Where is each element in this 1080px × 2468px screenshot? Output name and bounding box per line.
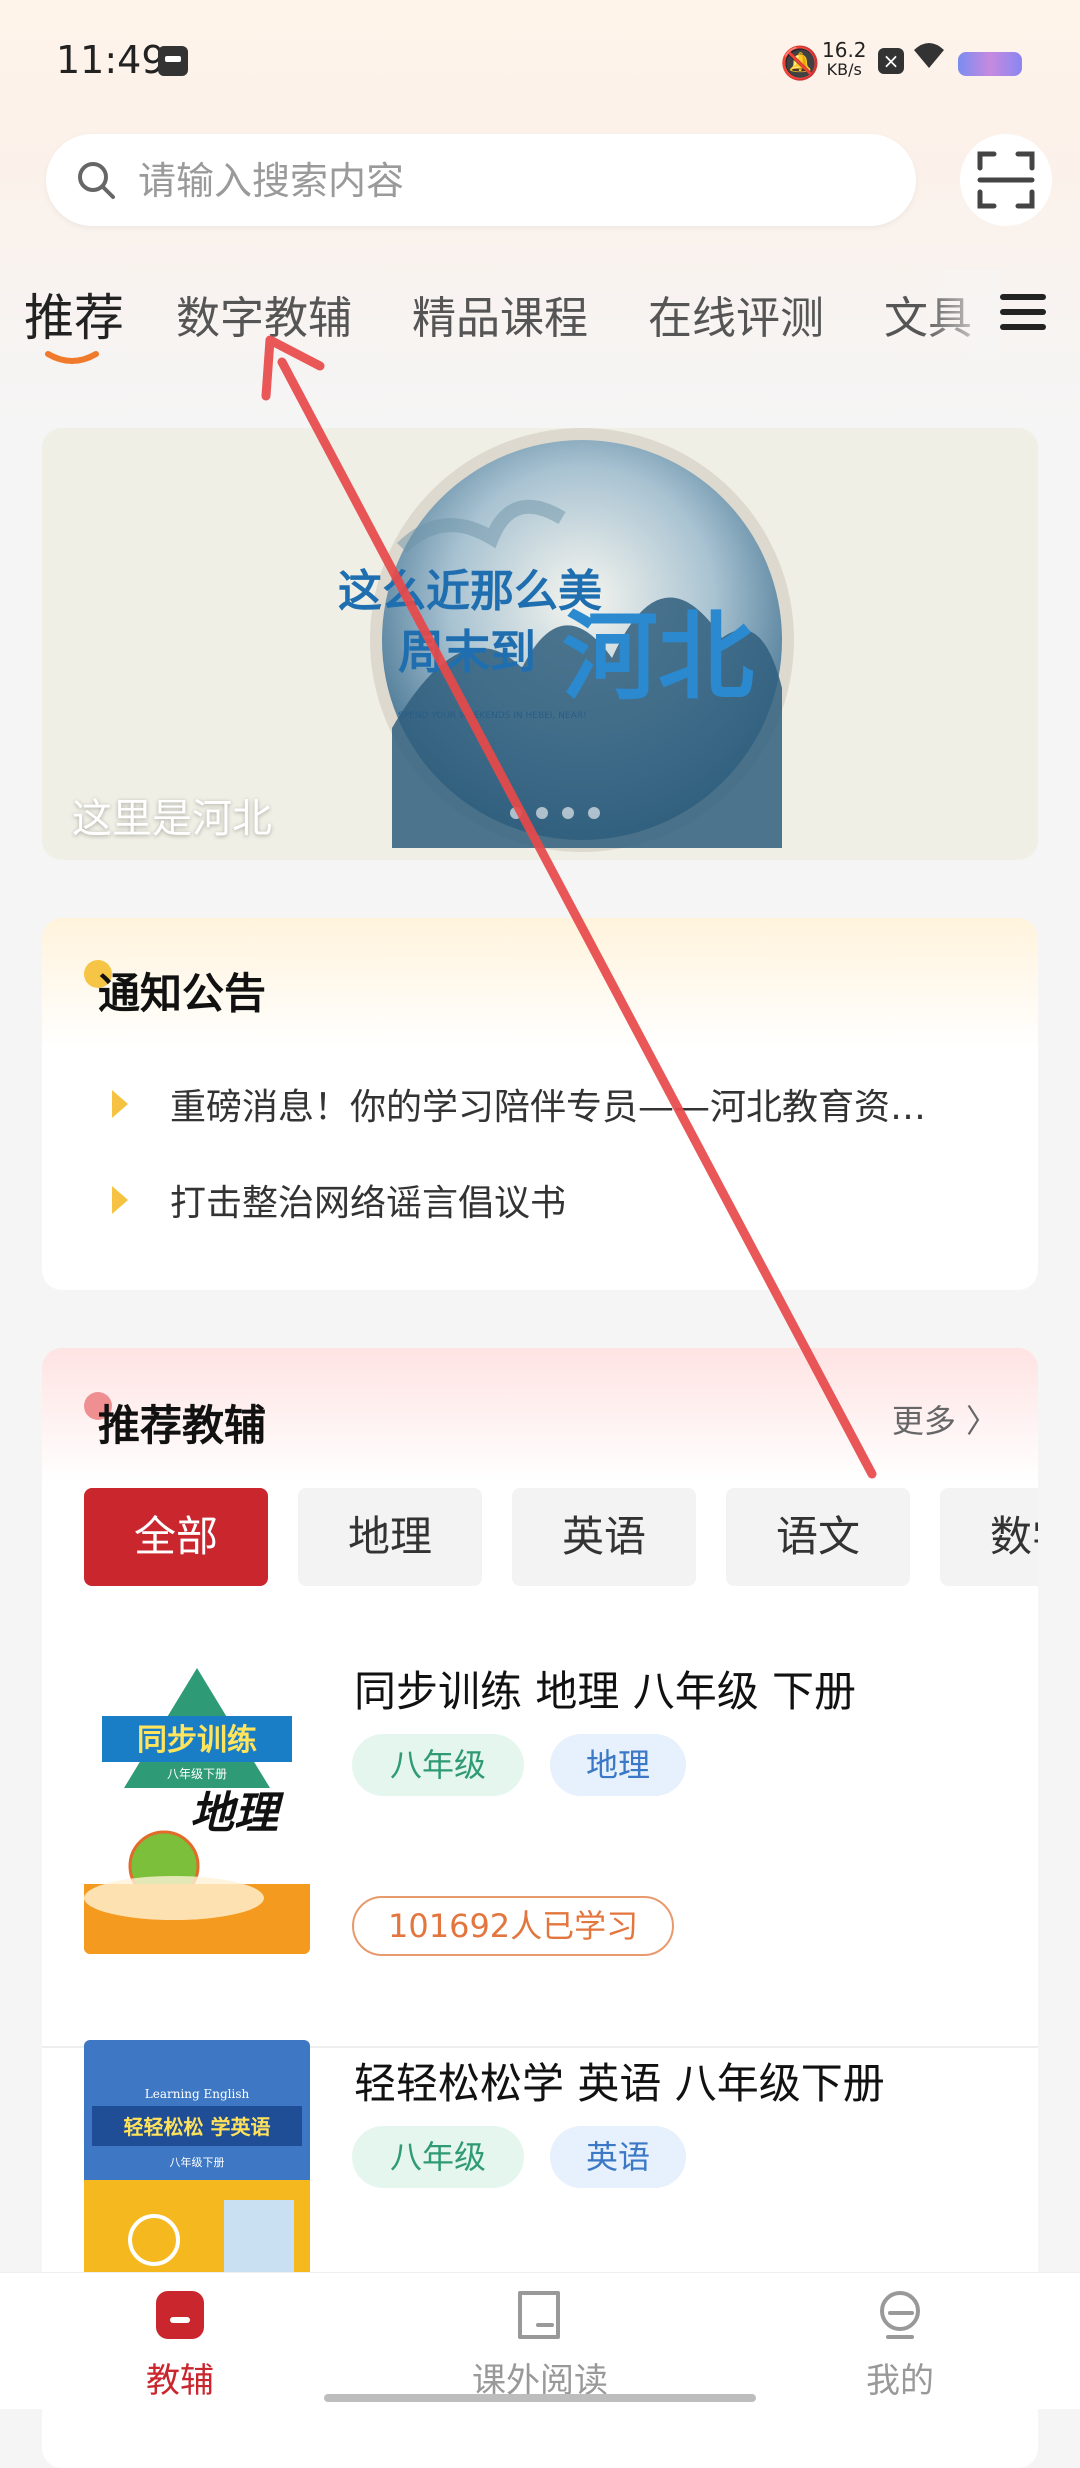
pager-dot [562, 807, 574, 819]
profile-icon [880, 2291, 920, 2339]
more-link[interactable]: 更多 〉 [892, 1396, 998, 1442]
nav-label: 教辅 [146, 2361, 214, 2401]
notice-item[interactable]: 打击整治网络谣言倡议书 [42, 1164, 1038, 1234]
pager-dot [536, 807, 548, 819]
chip-chinese[interactable]: 语文 [726, 1488, 910, 1586]
subject-chips: 全部 地理 英语 语文 数学 [84, 1488, 1038, 1588]
chip-math[interactable]: 数学 [940, 1488, 1038, 1586]
cover-subtitle: Learning English [145, 2087, 250, 2101]
bottom-navigation: 教辅 课外阅读 我的 [0, 2272, 1080, 2409]
subject-tag: 地理 [550, 1734, 686, 1796]
category-tabs: 推荐 数字教辅 精品课程 在线评测 文具 [0, 270, 1080, 364]
search-input[interactable] [136, 134, 900, 228]
banner-image-big: 河北 [562, 600, 754, 713]
network-speed: 16.2 KB/s [822, 40, 867, 80]
scan-icon [977, 151, 1035, 209]
no-sim-icon: × [878, 48, 904, 74]
chip-english[interactable]: 英语 [512, 1488, 696, 1586]
scan-button[interactable] [960, 134, 1052, 226]
status-time: 11:49 [56, 38, 166, 82]
chip-all[interactable]: 全部 [84, 1488, 268, 1586]
cover-subject: 地理 [190, 1788, 285, 1839]
bullet-triangle-icon [112, 1090, 128, 1118]
nav-label: 我的 [866, 2361, 934, 2401]
mute-bell-icon: 🔕 [780, 44, 820, 82]
promo-banner[interactable]: 这么近那么美 周末到 河北 SPEND YOUR WEEKENDS IN HEB… [42, 428, 1038, 860]
net-speed-unit: KB/s [826, 60, 862, 79]
document-icon [518, 2291, 560, 2339]
learners-count-badge: 101692人已学习 [352, 1896, 675, 1956]
tab-active-indicator [45, 351, 99, 364]
sim-icon [158, 46, 188, 76]
book-cover: 同步训练 八年级下册 地理 [84, 1648, 310, 1954]
tab-premium-courses[interactable]: 精品课程 [412, 282, 588, 346]
cover-grade: 八年级下册 [170, 2155, 225, 2169]
nav-profile[interactable]: 我的 [800, 2273, 1000, 2409]
tab-digital-aids[interactable]: 数字教辅 [176, 282, 352, 346]
cover-grade: 八年级下册 [167, 1767, 227, 1781]
notice-item[interactable]: 重磅消息！你的学习陪伴专员——河北教育资… [42, 1068, 1038, 1138]
notice-item-text: 打击整治网络谣言倡议书 [170, 1183, 567, 1224]
book-title: 轻轻松松学 英语 八年级下册 [354, 2059, 885, 2108]
grade-tag: 八年级 [352, 1734, 524, 1796]
tab-online-assessment[interactable]: 在线评测 [648, 282, 824, 346]
nav-tutoring[interactable]: 教辅 [80, 2273, 280, 2409]
subject-tag: 英语 [550, 2126, 686, 2188]
tab-recommend[interactable]: 推荐 [24, 278, 124, 350]
cover-title: 轻轻松松 学英语 [124, 2115, 271, 2139]
cover-title: 同步训练 [137, 1723, 257, 1758]
grade-tag: 八年级 [352, 2126, 524, 2188]
banner-image-line2: 周末到 [398, 625, 536, 679]
search-icon [78, 162, 115, 199]
banner-pager [510, 804, 614, 823]
book-item[interactable]: 同步训练 八年级下册 地理 同步训练 地理 八年级 下册 八年级 地理 1016… [42, 1648, 1038, 2058]
bullet-triangle-icon [112, 1186, 128, 1214]
home-indicator [324, 2394, 756, 2402]
book-home-icon [156, 2291, 204, 2339]
pager-dot [588, 807, 600, 819]
notice-title: 通知公告 [98, 969, 267, 1018]
tab-fade [920, 270, 1000, 360]
menu-icon[interactable] [1000, 292, 1046, 332]
battery-icon [958, 52, 1022, 76]
recommend-title: 推荐教辅 [98, 1401, 267, 1450]
wifi-icon [912, 40, 946, 78]
chip-geography[interactable]: 地理 [298, 1488, 482, 1586]
search-bar[interactable] [46, 134, 916, 228]
nav-reading[interactable]: 课外阅读 [440, 2273, 640, 2409]
net-speed-value: 16.2 [822, 38, 867, 62]
banner-caption: 这里是河北 [72, 796, 272, 842]
book-title: 同步训练 地理 八年级 下册 [354, 1667, 857, 1716]
pager-dot [510, 807, 522, 819]
banner-image-small: SPEND YOUR WEEKENDS IN HEBEI, NEAR! [398, 711, 587, 721]
notice-card: 通知公告 重磅消息！你的学习陪伴专员——河北教育资… 打击整治网络谣言倡议书 [42, 918, 1038, 1290]
status-bar: 11:49 🔕 16.2 KB/s × [0, 0, 1080, 120]
notice-item-text: 重磅消息！你的学习陪伴专员——河北教育资… [170, 1087, 927, 1128]
